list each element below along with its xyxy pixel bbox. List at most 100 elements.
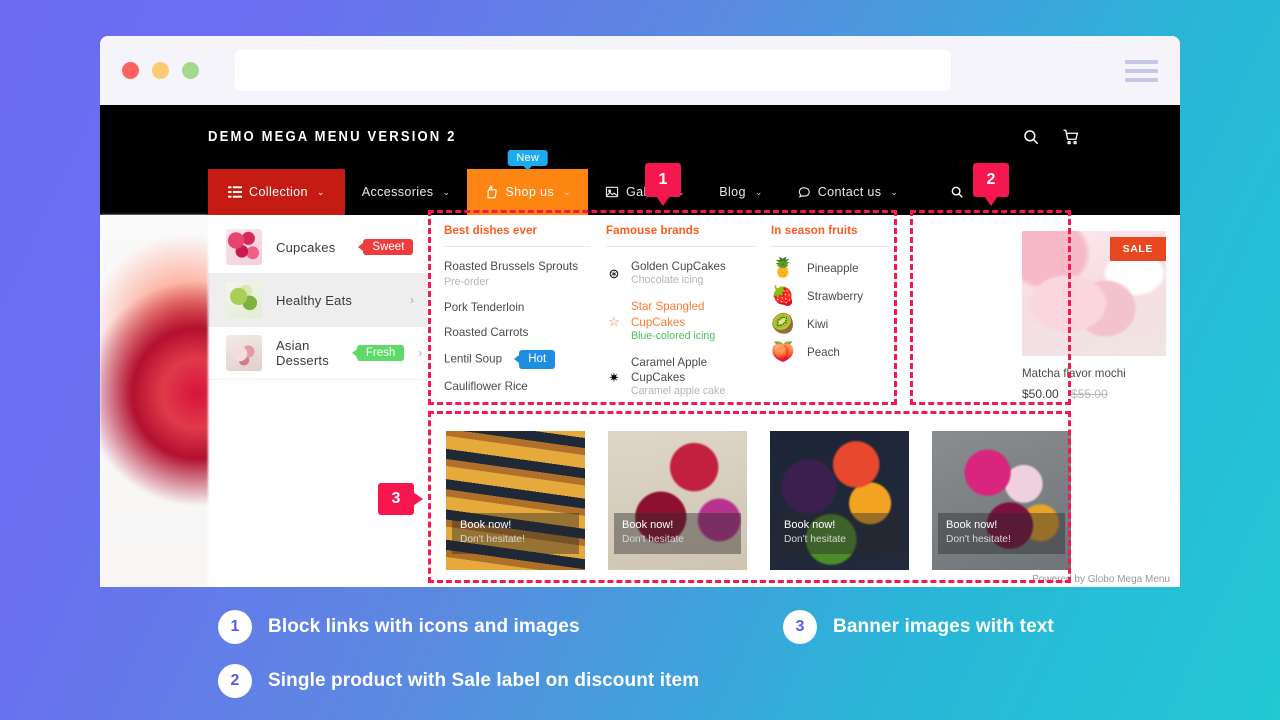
- banner-overlay: Book now! Don't hesitate: [776, 513, 903, 554]
- nav-item-collection[interactable]: Collection ⌄: [208, 169, 345, 215]
- sidebar-item-label: Asian Desserts: [276, 338, 329, 368]
- brand-label: Caramel Apple: [631, 355, 708, 369]
- close-button-dot[interactable]: [122, 62, 139, 79]
- fruit-label: Kiwi: [807, 318, 829, 331]
- banner-item[interactable]: Book now! Don't hesitate: [770, 431, 909, 570]
- browser-window: DEMO MEGA MENU VERSION 2 Collection ⌄ Ac…: [100, 36, 1180, 587]
- list-item[interactable]: Cauliflower Rice: [444, 379, 590, 394]
- brand-label-2: CupCakes: [631, 315, 686, 329]
- header-icon-group: [1022, 128, 1080, 146]
- banner-row: Book now! Don't hesitate! Book now! Don'…: [436, 421, 1172, 570]
- legend-number: 3: [783, 610, 817, 644]
- list-item[interactable]: ⊛ Golden CupCakes Chocolate icing: [606, 259, 755, 288]
- mega-menu-sidebar: Cupcakes Sweet › Healthy Eats › Asian De…: [208, 215, 431, 587]
- chevron-down-icon: ⌄: [754, 186, 763, 197]
- link-label: Lentil Soup: [444, 352, 503, 366]
- sun-burst-icon: ⊛: [608, 266, 620, 282]
- window-controls: [122, 62, 199, 79]
- current-price: $50.00: [1022, 387, 1059, 401]
- brand-text: Star Spangled CupCakes Blue-colored icin…: [631, 299, 715, 344]
- nav-label: Accessories: [361, 185, 434, 199]
- site-header: DEMO MEGA MENU VERSION 2: [100, 105, 1180, 169]
- column-famouse-brands: Famouse brands ⊛ Golden CupCakes Chocola…: [606, 225, 771, 421]
- category-thumbnail: [226, 335, 262, 371]
- nav-item-shop-us[interactable]: New Shop us ⌄: [467, 150, 588, 215]
- link-columns: Best dishes ever Roasted Brussels Sprout…: [436, 225, 1016, 421]
- mega-menu-top-row: Best dishes ever Roasted Brussels Sprout…: [436, 225, 1172, 421]
- banner-overlay: Book now! Don't hesitate: [614, 513, 741, 554]
- list-item[interactable]: Roasted Carrots: [444, 325, 590, 340]
- list-item[interactable]: Lentil Soup Hot: [444, 349, 590, 369]
- cart-icon[interactable]: [1062, 128, 1080, 146]
- legend-number: 2: [218, 664, 252, 698]
- sidebar-item-label: Cupcakes: [276, 239, 336, 255]
- chevron-down-icon: ⌄: [890, 186, 899, 197]
- chevron-down-icon: ⌄: [316, 186, 325, 197]
- banner-subtitle: Don't hesitate: [784, 533, 846, 545]
- legend-item-3: 3 Banner images with text: [783, 600, 1280, 654]
- address-bar[interactable]: [235, 50, 951, 91]
- fruit-label: Peach: [807, 346, 840, 359]
- brand-subtitle: Blue-colored icing: [631, 329, 716, 342]
- product-card[interactable]: SALE Matcha flavor mochi $50.00 $55.00: [1016, 225, 1172, 421]
- sale-badge: SALE: [1109, 237, 1166, 261]
- banner-item[interactable]: Book now! Don't hesitate!: [932, 431, 1071, 570]
- nav-item-accessories[interactable]: Accessories ⌄: [345, 169, 468, 215]
- minimize-button-dot[interactable]: [152, 62, 169, 79]
- chevron-right-icon: ›: [410, 293, 414, 307]
- original-price: $55.00: [1071, 387, 1108, 401]
- list-item[interactable]: Roasted Brussels Sprouts Pre-order: [444, 259, 590, 290]
- legend-number: 1: [218, 610, 252, 644]
- nav-label: Collection: [249, 185, 308, 199]
- site-logo[interactable]: DEMO MEGA MENU VERSION 2: [208, 129, 457, 145]
- chat-icon: [798, 187, 810, 198]
- product-image: SALE: [1022, 231, 1166, 356]
- list-item[interactable]: 🍍 Pineapple: [771, 259, 890, 278]
- banner-title: Book now!: [784, 519, 836, 531]
- search-icon[interactable]: [1022, 128, 1040, 146]
- sidebar-item-cupcakes[interactable]: Cupcakes Sweet ›: [208, 221, 431, 274]
- sidebar-item-healthy-eats[interactable]: Healthy Eats ›: [208, 274, 428, 327]
- chevron-down-icon: ⌄: [563, 186, 571, 197]
- main-navigation: Collection ⌄ Accessories ⌄ New Shop us ⌄…: [100, 150, 1180, 215]
- fruit-label: Strawberry: [807, 290, 864, 303]
- annotation-marker-1: 1: [645, 163, 681, 206]
- brand-text: Golden CupCakes Chocolate icing: [631, 259, 726, 288]
- list-item[interactable]: 🍓 Strawberry: [771, 287, 890, 306]
- status-badge-sweet: Sweet: [358, 239, 414, 255]
- hamburger-icon[interactable]: [1125, 59, 1158, 82]
- column-title: Best dishes ever: [444, 225, 590, 247]
- chevron-down-icon: ⌄: [442, 186, 451, 197]
- banner-item[interactable]: Book now! Don't hesitate!: [446, 431, 585, 570]
- nav-item-blog[interactable]: Blog ⌄: [702, 169, 780, 215]
- kiwi-icon: 🥝: [771, 314, 795, 335]
- product-name: Matcha flavor mochi: [1022, 367, 1126, 380]
- column-in-season-fruits: In season fruits 🍍 Pineapple 🍓 Strawberr…: [771, 225, 906, 421]
- chevron-right-icon: ›: [418, 346, 423, 360]
- list-item[interactable]: Pork Tenderloin: [444, 300, 590, 315]
- powered-by-label: Powered by Globo Mega Menu: [1032, 574, 1170, 585]
- column-best-dishes: Best dishes ever Roasted Brussels Sprout…: [444, 225, 606, 421]
- legend-item-2: 2 Single product with Sale label on disc…: [218, 654, 783, 708]
- list-item[interactable]: ☆ Star Spangled CupCakes Blue-colored ic…: [606, 299, 755, 344]
- brand-text: Caramel Apple CupCakes Caramel apple cak…: [631, 355, 725, 400]
- mega-menu-content: Best dishes ever Roasted Brussels Sprout…: [428, 215, 1180, 587]
- asterisk-icon: ✷: [608, 369, 620, 385]
- list-item[interactable]: 🍑 Peach: [771, 343, 890, 362]
- legend-text: Single product with Sale label on discou…: [268, 670, 700, 691]
- list-item[interactable]: ✷ Caramel Apple CupCakes Caramel apple c…: [606, 355, 755, 400]
- nav-label: Contact us: [817, 185, 882, 199]
- nav-item-contact-us[interactable]: Contact us ⌄: [780, 169, 916, 215]
- link-label: Roasted Brussels Sprouts: [444, 260, 579, 273]
- banner-item[interactable]: Book now! Don't hesitate: [608, 431, 747, 570]
- status-badge-fresh: Fresh: [351, 345, 405, 361]
- sidebar-item-asian-desserts[interactable]: Asian Desserts Fresh ›: [208, 327, 428, 380]
- list-item[interactable]: 🥝 Kiwi: [771, 315, 890, 334]
- banner-subtitle: Don't hesitate!: [946, 533, 1011, 545]
- star-outline-icon: ☆: [608, 314, 620, 330]
- maximize-button-dot[interactable]: [182, 62, 199, 79]
- nav-label: Blog: [719, 185, 746, 199]
- badge-label: Hot: [528, 352, 547, 365]
- column-title: Famouse brands: [606, 225, 755, 247]
- pineapple-icon: 🍍: [771, 258, 795, 279]
